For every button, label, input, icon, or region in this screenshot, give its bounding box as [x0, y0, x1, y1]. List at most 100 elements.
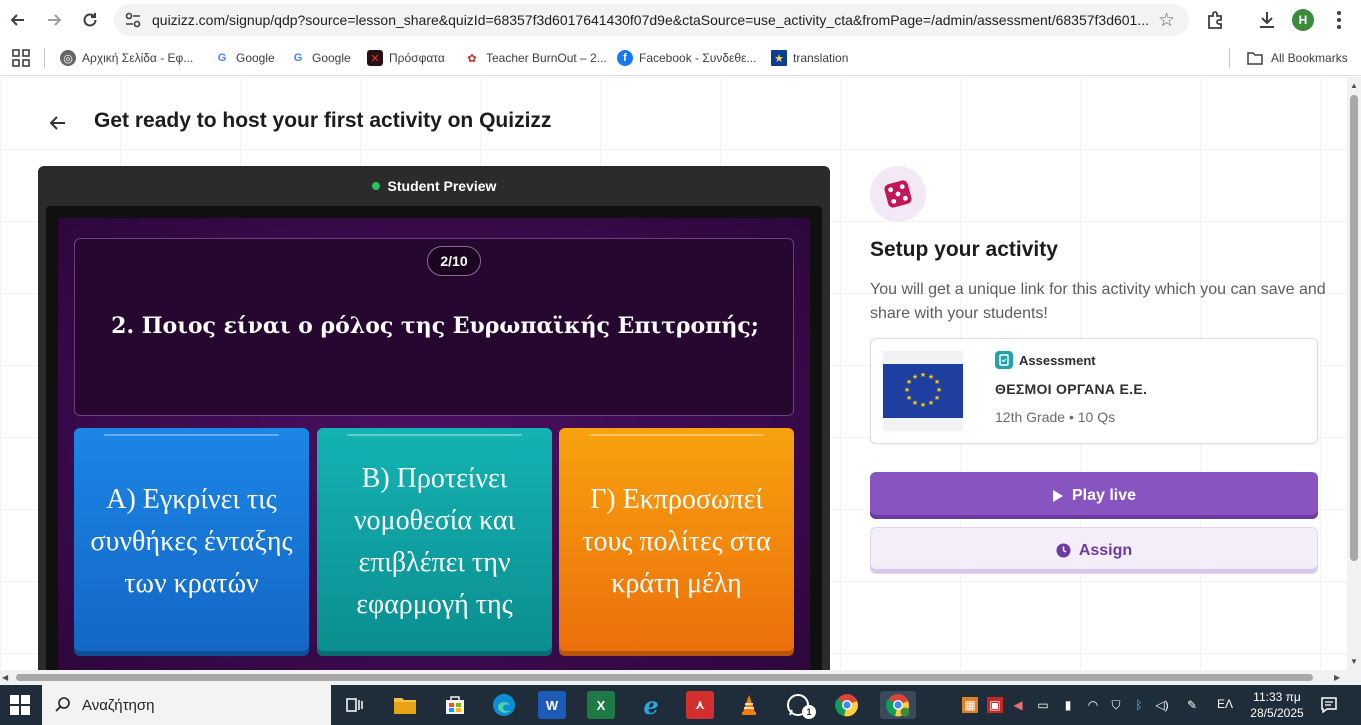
security-shield-icon[interactable]: ⛉: [1108, 697, 1124, 713]
browser-toolbar: quizizz.com/signup/qdp?source=lesson_sha…: [0, 0, 1361, 40]
bookmark-item[interactable]: G Google: [290, 49, 351, 67]
svg-text:★: ★: [912, 399, 918, 407]
preview-header: Student Preview: [38, 166, 830, 206]
clock-time: 11:33 πμ: [1253, 690, 1301, 704]
speaker-muted-icon[interactable]: ◀: [1010, 697, 1026, 713]
acrobat-icon[interactable]: ⋏: [686, 691, 714, 719]
horizontal-scrollbar[interactable]: ◀ ▶: [0, 670, 1361, 685]
quiz-name: ΘΕΣΜΟΙ ΟΡΓΑΝΑ Ε.Ε.: [995, 381, 1148, 397]
url-text[interactable]: quizizz.com/signup/qdp?source=lesson_sha…: [152, 12, 1152, 28]
pen-icon[interactable]: ✎: [1184, 697, 1200, 713]
svg-text:★: ★: [920, 401, 926, 409]
tray-app-icon[interactable]: ▣: [987, 697, 1003, 713]
extensions-icon[interactable]: [1205, 9, 1227, 31]
eu-flag-icon: ★: [771, 50, 787, 66]
windows-start-icon[interactable]: [10, 695, 30, 715]
chrome-icon[interactable]: [833, 691, 861, 719]
notifications-icon[interactable]: [1320, 696, 1338, 714]
file-explorer-icon[interactable]: [391, 691, 419, 719]
wifi-icon[interactable]: ◠: [1085, 697, 1101, 713]
quiz-type: Assessment: [995, 351, 1096, 369]
bluetooth-icon[interactable]: ᛒ: [1131, 697, 1147, 713]
svg-text:★: ★: [934, 378, 940, 386]
task-view-icon[interactable]: [341, 691, 369, 719]
bookmark-item[interactable]: ◎ Αρχική Σελίδα - Εφ...: [60, 49, 193, 67]
facebook-icon: f: [617, 50, 633, 66]
svg-text:★: ★: [934, 394, 940, 402]
whatsapp-icon[interactable]: 1: [784, 691, 816, 719]
answer-option-c[interactable]: Γ) Εκπροσωπεί τους πολίτες στα κράτη μέλ…: [559, 428, 794, 656]
excel-icon[interactable]: X: [587, 691, 615, 719]
bookmarks-bar: ◎ Αρχική Σελίδα - Εφ... G Google G Google ✕…: [0, 40, 1361, 76]
site-settings-icon[interactable]: [124, 11, 142, 29]
preview-header-label: Student Preview: [387, 178, 497, 194]
download-icon[interactable]: [1256, 9, 1278, 31]
back-icon[interactable]: [6, 8, 30, 32]
svg-text:★: ★: [928, 399, 934, 407]
assign-button[interactable]: Assign: [870, 527, 1318, 574]
page-title: Get ready to host your first activity on…: [94, 109, 552, 132]
internet-explorer-icon[interactable]: e: [637, 691, 665, 720]
word-icon[interactable]: W: [538, 691, 566, 719]
globe-icon: ◎: [60, 50, 76, 66]
bookmark-divider: [1229, 48, 1230, 68]
vertical-scrollbar[interactable]: ▲ ▼: [1347, 77, 1361, 670]
language-indicator[interactable]: ΕΛ: [1217, 697, 1233, 711]
setup-description: You will get a unique link for this acti…: [870, 281, 1326, 322]
eu-flag-image: ★ ★★★ ★★★★ ★★★★: [883, 364, 963, 418]
page-content: Get ready to host your first activity on…: [0, 77, 1347, 670]
quiz-thumbnail: ★ ★ ★ ★ ★ ★ ★ ★ ★ ★ ★ ★: [883, 351, 963, 431]
scroll-right-icon[interactable]: ▶: [1334, 673, 1340, 682]
tray-app-icon[interactable]: ▦: [962, 697, 978, 713]
recent-icon: ✕: [367, 50, 383, 66]
answer-option-b[interactable]: B) Προτείνει νομοθεσία και επιβλέπει την…: [317, 428, 552, 656]
edge-icon[interactable]: [490, 691, 518, 719]
horizontal-scroll-thumb[interactable]: [16, 674, 1313, 681]
setup-title: Setup your activity: [870, 238, 1058, 261]
profile-avatar[interactable]: H: [1292, 9, 1314, 31]
store-icon[interactable]: [441, 691, 469, 719]
play-icon: [1052, 489, 1064, 503]
volume-icon[interactable]: ◁): [1154, 697, 1170, 713]
scroll-down-icon[interactable]: ▼: [1350, 657, 1358, 666]
menu-dots-icon[interactable]: [1328, 9, 1350, 31]
question-text: 2. Ποιος είναι ο ρόλος της Ευρωπαϊκής Επ…: [111, 313, 759, 339]
scroll-left-icon[interactable]: ◀: [2, 673, 8, 682]
whatsapp-badge: 1: [802, 705, 816, 719]
back-arrow-icon[interactable]: [46, 111, 70, 135]
bookmark-item[interactable]: ★ translation: [771, 49, 848, 67]
question-card: 2/10 2. Ποιος είναι ο ρόλος της Ευρωπαϊκ…: [74, 238, 794, 416]
system-clock[interactable]: 11:33 πμ 28/5/2025: [1244, 689, 1310, 721]
clock-date: 28/5/2025: [1250, 706, 1304, 720]
bookmark-divider: [44, 48, 45, 68]
svg-text:★: ★: [904, 386, 910, 394]
svg-text:★: ★: [906, 394, 912, 402]
taskbar-search[interactable]: Αναζήτηση: [42, 685, 331, 725]
tray-monitor-icon[interactable]: ▭: [1035, 697, 1051, 713]
clock-icon: [1056, 543, 1071, 558]
preview-screen: 2/10 2. Ποιος είναι ο ρόλος της Ευρωπαϊκ…: [46, 206, 822, 670]
all-bookmarks[interactable]: All Bookmarks: [1247, 49, 1348, 67]
address-bar[interactable]: quizizz.com/signup/qdp?source=lesson_sha…: [114, 4, 1189, 36]
scroll-up-icon[interactable]: ▲: [1350, 81, 1358, 90]
battery-icon[interactable]: ▮: [1060, 697, 1076, 713]
reload-icon[interactable]: [78, 8, 102, 32]
bookmark-item[interactable]: ✕ Πρόσφατα: [367, 49, 445, 67]
student-preview-panel: Student Preview 2/10 2. Ποιος είναι ο ρό…: [38, 166, 830, 670]
vlc-icon[interactable]: [735, 691, 763, 719]
answer-option-a[interactable]: A) Εγκρίνει τις συνθήκες ένταξης των κρα…: [74, 428, 309, 656]
apps-grid-icon[interactable]: [12, 49, 30, 67]
play-live-button[interactable]: Play live: [870, 472, 1318, 519]
forward-icon[interactable]: [42, 8, 66, 32]
bookmark-item[interactable]: ✿ Teacher BurnOut – 2...: [464, 49, 606, 67]
bookmark-item[interactable]: G Google: [214, 49, 275, 67]
bookmark-item[interactable]: f Facebook - Συνδεθε...: [617, 49, 756, 67]
question-stage: 2/10 2. Ποιος είναι ο ρόλος της Ευρωπαϊκ…: [58, 218, 810, 670]
folder-icon: [1247, 52, 1263, 65]
bookmark-star-icon[interactable]: ☆: [1158, 9, 1175, 32]
question-counter: 2/10: [427, 246, 481, 276]
chrome-profile-icon[interactable]: [880, 691, 916, 719]
quiz-meta: 12th Grade • 10 Qs: [995, 409, 1116, 425]
vertical-scroll-thumb[interactable]: [1350, 95, 1358, 561]
quiz-card[interactable]: ★ ★ ★ ★ ★ ★ ★ ★ ★ ★ ★ ★ Assessment ΘΕΣΜΟΙ ΟΡΓΑΝΑ …: [870, 338, 1318, 444]
